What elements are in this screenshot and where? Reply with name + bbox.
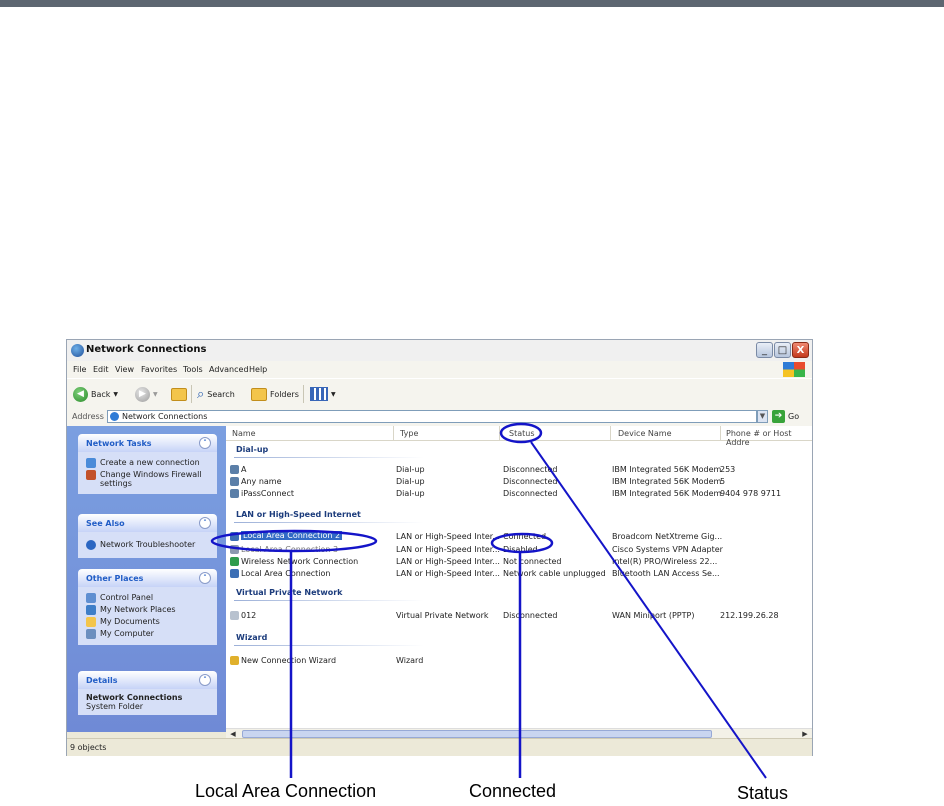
callout-connected: Connected <box>469 781 557 801</box>
callout-local-area-connection: Local Area Connection <box>195 781 377 801</box>
highlight-ellipse-local-area-connection <box>210 529 378 553</box>
annotation-overlay <box>210 422 767 779</box>
highlight-ellipse-connected <box>490 532 554 554</box>
pointer-line-status <box>530 441 767 779</box>
highlight-ellipse-status <box>499 422 543 444</box>
callout-status: Status <box>737 783 789 803</box>
